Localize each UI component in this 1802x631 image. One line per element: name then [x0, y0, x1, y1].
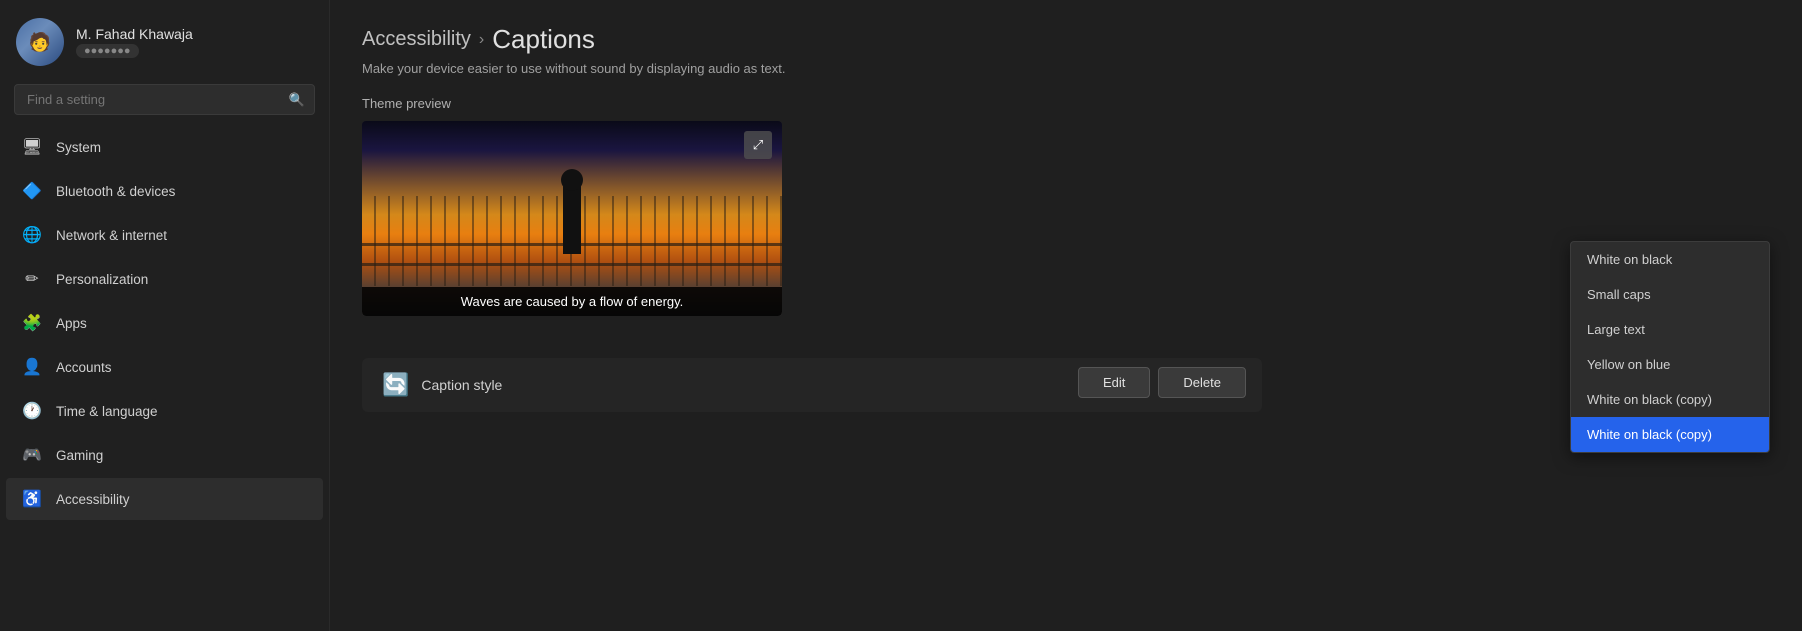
expand-icon: ⤢ — [753, 137, 763, 153]
caption-style-section: 🔄 Caption style Edit Delete — [362, 348, 1770, 412]
apps-icon: 🧩 — [22, 313, 42, 333]
sidebar-nav: 🖥 System 🔷 Bluetooth & devices 🌐 Network… — [0, 125, 329, 631]
search-container: 🔍 — [0, 76, 329, 125]
accessibility-icon: ♿ — [22, 489, 42, 509]
sidebar-item-label-personalization: Personalization — [56, 272, 148, 287]
dropdown-item-yellow-on-blue[interactable]: Yellow on blue — [1571, 347, 1769, 382]
breadcrumb: Accessibility › Captions — [362, 24, 1770, 55]
system-icon: 🖥 — [22, 137, 42, 157]
theme-preview: ⤢ Waves are caused by a flow of energy. — [362, 121, 782, 316]
dropdown-item-white-on-black-copy[interactable]: White on black (copy) — [1571, 382, 1769, 417]
sidebar-item-bluetooth[interactable]: 🔷 Bluetooth & devices — [6, 170, 323, 212]
user-subtitle: ●●●●●●● — [76, 44, 139, 58]
search-icon: 🔍 — [289, 92, 305, 108]
sidebar-item-system[interactable]: 🖥 System — [6, 126, 323, 168]
time-icon: 🕐 — [22, 401, 42, 421]
sidebar-item-accounts[interactable]: 👤 Accounts — [6, 346, 323, 388]
dropdown-item-large-text[interactable]: Large text — [1571, 312, 1769, 347]
sidebar-item-accessibility[interactable]: ♿ Accessibility — [6, 478, 323, 520]
sidebar-item-label-system: System — [56, 140, 101, 155]
caption-style-icon: 🔄 — [382, 372, 409, 398]
sidebar-item-time[interactable]: 🕐 Time & language — [6, 390, 323, 432]
breadcrumb-parent: Accessibility — [362, 28, 471, 51]
search-input[interactable] — [14, 84, 315, 115]
personalization-icon: ✏ — [22, 269, 42, 289]
caption-bar: Waves are caused by a flow of energy. — [362, 287, 782, 316]
caption-style-label: Caption style — [421, 377, 502, 393]
sidebar-item-personalization[interactable]: ✏ Personalization — [6, 258, 323, 300]
expand-preview-button[interactable]: ⤢ — [744, 131, 772, 159]
action-buttons: Edit Delete — [1078, 367, 1246, 398]
breadcrumb-current: Captions — [492, 24, 595, 55]
sidebar-item-label-gaming: Gaming — [56, 448, 103, 463]
sidebar-item-label-accounts: Accounts — [56, 360, 112, 375]
sidebar-item-gaming[interactable]: 🎮 Gaming — [6, 434, 323, 476]
user-name: M. Fahad Khawaja — [76, 26, 193, 42]
network-icon: 🌐 — [22, 225, 42, 245]
sidebar-item-label-time: Time & language — [56, 404, 158, 419]
dropdown-item-small-caps[interactable]: Small caps — [1571, 277, 1769, 312]
user-profile[interactable]: 🧑 M. Fahad Khawaja ●●●●●●● — [0, 0, 329, 76]
delete-button[interactable]: Delete — [1158, 367, 1246, 398]
accounts-icon: 👤 — [22, 357, 42, 377]
caption-style-dropdown[interactable]: White on black Small caps Large text Yel… — [1570, 241, 1770, 453]
main-content: Accessibility › Captions Make your devic… — [330, 0, 1802, 631]
sidebar-item-network[interactable]: 🌐 Network & internet — [6, 214, 323, 256]
preview-image: ⤢ Waves are caused by a flow of energy. — [362, 121, 782, 316]
dropdown-item-white-on-black[interactable]: White on black — [1571, 242, 1769, 277]
dropdown-item-white-on-black-copy2[interactable]: White on black (copy) — [1571, 417, 1769, 452]
sidebar-item-label-bluetooth: Bluetooth & devices — [56, 184, 175, 199]
section-title: Theme preview — [362, 96, 1770, 111]
sidebar-item-label-apps: Apps — [56, 316, 87, 331]
avatar: 🧑 — [16, 18, 64, 66]
edit-button[interactable]: Edit — [1078, 367, 1150, 398]
sidebar: 🧑 M. Fahad Khawaja ●●●●●●● 🔍 🖥 System 🔷 … — [0, 0, 330, 631]
caption-text: Waves are caused by a flow of energy. — [461, 294, 684, 309]
gaming-icon: 🎮 — [22, 445, 42, 465]
bluetooth-icon: 🔷 — [22, 181, 42, 201]
sidebar-item-label-accessibility: Accessibility — [56, 492, 130, 507]
sidebar-item-label-network: Network & internet — [56, 228, 167, 243]
sidebar-item-apps[interactable]: 🧩 Apps — [6, 302, 323, 344]
caption-style-card: 🔄 Caption style Edit Delete — [362, 358, 1262, 412]
breadcrumb-separator: › — [479, 31, 484, 49]
page-subtitle: Make your device easier to use without s… — [362, 61, 1770, 76]
